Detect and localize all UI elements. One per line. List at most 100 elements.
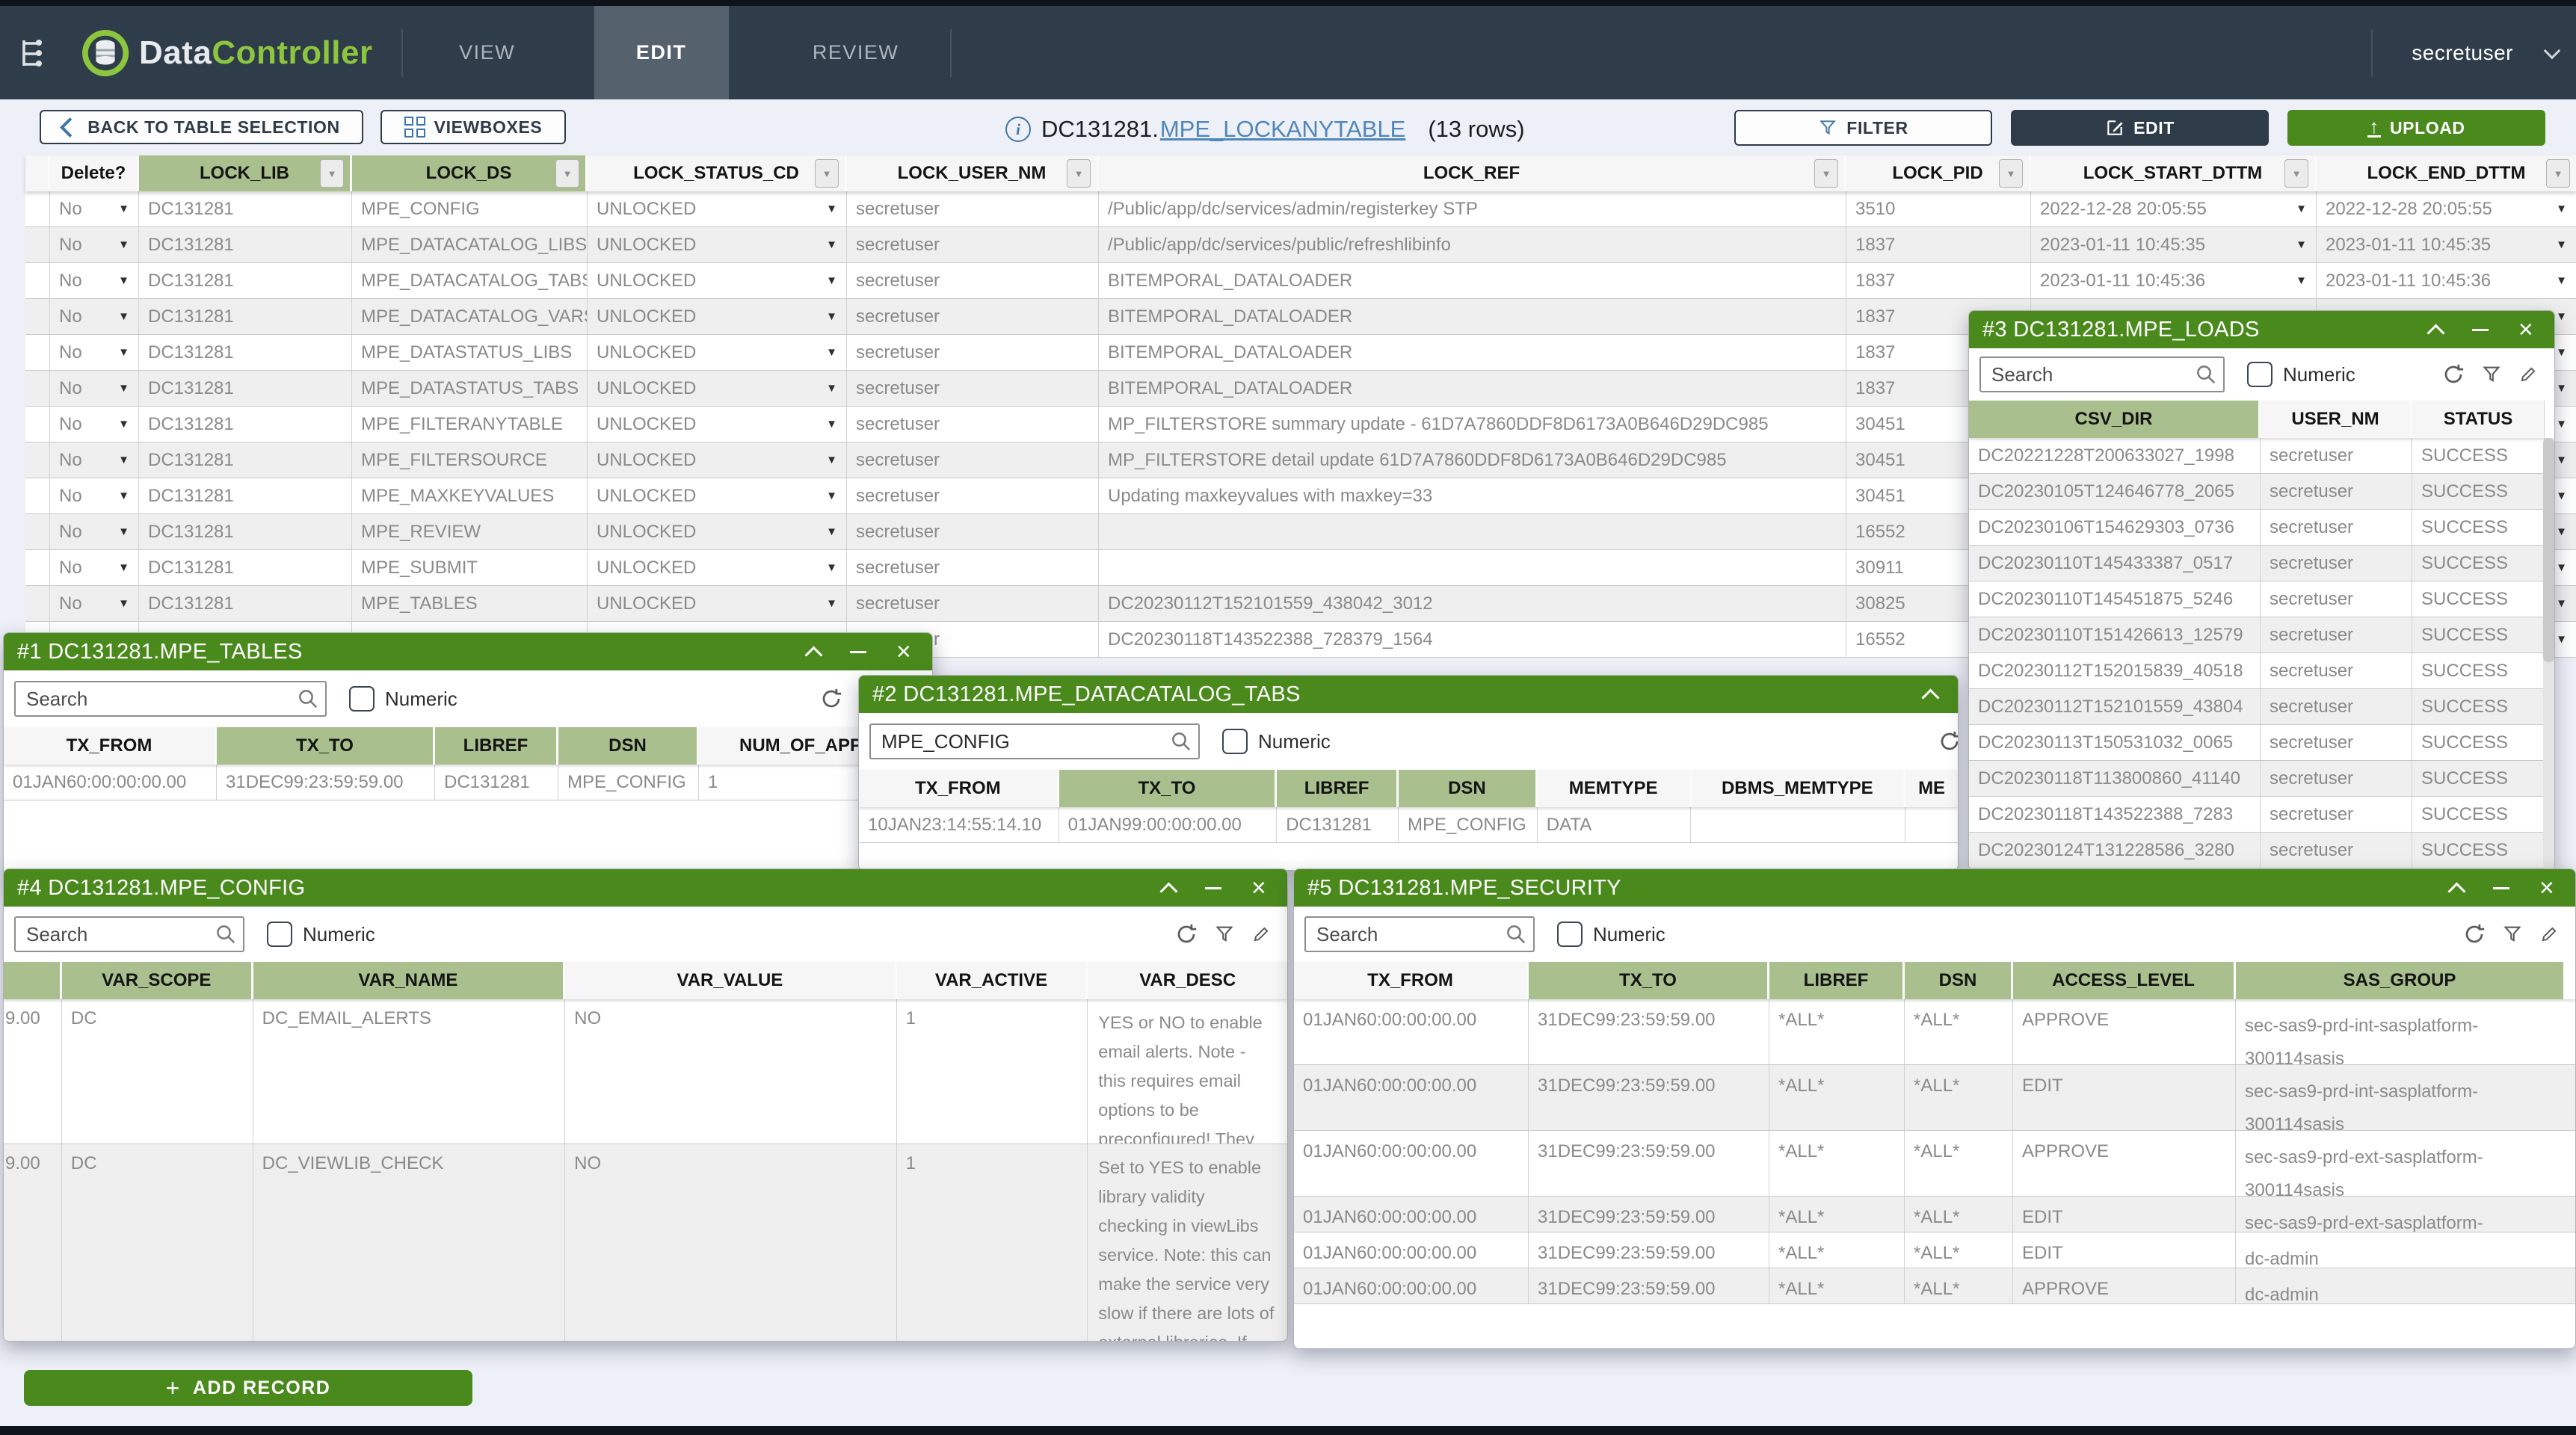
cell-delete-select[interactable]: No▼ xyxy=(50,478,139,513)
cell-lock-status-select[interactable]: UNLOCKED▼ xyxy=(588,335,847,370)
funnel-icon[interactable] xyxy=(1214,924,1235,945)
cell-lock-status-select[interactable]: UNLOCKED▼ xyxy=(588,442,847,478)
refresh-icon[interactable] xyxy=(1175,923,1198,945)
minimize-icon[interactable] xyxy=(850,651,866,653)
cell-lock-status-select[interactable]: UNLOCKED▼ xyxy=(588,550,847,585)
cell-lock-status-select[interactable]: UNLOCKED▼ xyxy=(588,407,847,442)
cell-delete-select[interactable]: No▼ xyxy=(50,550,139,585)
cell-lock-status-select[interactable]: UNLOCKED▼ xyxy=(588,371,847,406)
table-row[interactable]: DC20230124T131228586_3280 secretuser SUC… xyxy=(1969,833,2554,868)
cell-delete-select[interactable]: No▼ xyxy=(50,514,139,549)
cell-delete-select[interactable]: No▼ xyxy=(50,227,139,262)
cell-lock-end-select[interactable]: 2023-01-11 10:45:36▼ xyxy=(2317,263,2576,298)
filter-dropdown-icon[interactable]: ▼ xyxy=(1814,159,1838,188)
cell-delete-select[interactable]: No▼ xyxy=(50,263,139,298)
cell-lock-status-select[interactable]: UNLOCKED▼ xyxy=(588,227,847,262)
filter-dropdown-icon[interactable]: ▼ xyxy=(1067,159,1091,188)
table-row[interactable]: 10JAN23:14:55:14.10 01JAN99:00:00:00.00 … xyxy=(859,807,1958,843)
refresh-icon[interactable] xyxy=(1938,730,1959,753)
table-row[interactable]: 9.00 DC DC_VIEWLIB_CHECK NO 1 Set to YES… xyxy=(4,1144,1287,1342)
table-row[interactable]: DC20230110T151426613_12579 secretuser SU… xyxy=(1969,617,2554,653)
back-to-table-selection-button[interactable]: BACK TO TABLE SELECTION xyxy=(40,110,363,144)
table-row[interactable]: 01JAN60:00:00:00.00 31DEC99:23:59:59.00 … xyxy=(1294,1131,2575,1197)
table-row[interactable]: 01JAN60:00:00:00.00 31DEC99:23:59:59.00 … xyxy=(1294,1268,2575,1304)
search-input[interactable] xyxy=(14,916,244,952)
filter-dropdown-icon[interactable]: ▼ xyxy=(320,159,344,188)
table-row[interactable]: DC20230106T154629303_0736 secretuser SUC… xyxy=(1969,510,2554,546)
viewbox-title-bar[interactable]: #5 DC131281.MPE_SECURITY × xyxy=(1294,869,2575,907)
cell-lock-start-select[interactable]: 2023-01-11 10:45:35▼ xyxy=(2031,227,2317,262)
cell-lock-status-select[interactable]: UNLOCKED▼ xyxy=(588,514,847,549)
table-row[interactable]: No▼ DC131281 MPE_CONFIG UNLOCKED▼ secret… xyxy=(25,191,2576,227)
cell-delete-select[interactable]: No▼ xyxy=(50,407,139,442)
minimize-icon[interactable] xyxy=(2493,887,2509,889)
cell-lock-status-select[interactable]: UNLOCKED▼ xyxy=(588,263,847,298)
title-table-link[interactable]: MPE_LOCKANYTABLE xyxy=(1160,116,1405,143)
close-icon[interactable]: × xyxy=(2539,877,2554,899)
cell-lock-status-select[interactable]: UNLOCKED▼ xyxy=(588,191,847,226)
add-record-button[interactable]: + ADD RECORD xyxy=(24,1370,472,1406)
cell-lock-status-select[interactable]: UNLOCKED▼ xyxy=(588,586,847,621)
pencil-icon[interactable] xyxy=(2539,925,2559,944)
table-row[interactable]: DC20230105T124646778_2065 secretuser SUC… xyxy=(1969,474,2554,510)
filter-dropdown-icon[interactable]: ▼ xyxy=(2546,159,2570,188)
refresh-icon[interactable] xyxy=(2463,923,2486,945)
edit-button[interactable]: EDIT xyxy=(2011,110,2269,146)
table-row[interactable]: DC20230110T145451875_5246 secretuser SUC… xyxy=(1969,581,2554,617)
table-row[interactable]: 01JAN60:00:00:00.00 31DEC99:23:59:59.00 … xyxy=(1294,999,2575,1065)
numeric-checkbox[interactable] xyxy=(267,922,292,947)
cell-lock-status-select[interactable]: UNLOCKED▼ xyxy=(588,299,847,334)
funnel-icon[interactable] xyxy=(2481,364,2502,385)
table-row[interactable]: DC20230118T143522388_7283 secretuser SUC… xyxy=(1969,797,2554,833)
table-row[interactable]: 01JAN60:00:00:00.00 31DEC99:23:59:59.00 … xyxy=(1294,1197,2575,1232)
nav-tab-review[interactable]: REVIEW xyxy=(781,6,931,99)
search-input[interactable] xyxy=(14,681,327,717)
filter-button[interactable]: FILTER xyxy=(1734,110,1992,146)
scrollbar[interactable] xyxy=(2543,438,2554,871)
numeric-checkbox[interactable] xyxy=(349,686,375,712)
collapse-icon[interactable] xyxy=(2426,324,2444,342)
cell-delete-select[interactable]: No▼ xyxy=(50,191,139,226)
table-row[interactable]: 9.00 DC DC_EMAIL_ALERTS NO 1 YES or NO t… xyxy=(4,999,1287,1144)
cell-delete-select[interactable]: No▼ xyxy=(50,586,139,621)
minimize-icon[interactable] xyxy=(1205,887,1221,889)
viewboxes-button[interactable]: VIEWBOXES xyxy=(380,110,566,144)
numeric-checkbox[interactable] xyxy=(1557,922,1583,947)
filter-dropdown-icon[interactable]: ▼ xyxy=(1999,159,2023,188)
cell-delete-select[interactable]: No▼ xyxy=(50,442,139,478)
table-row[interactable]: 01JAN60:00:00:00.00 31DEC99:23:59:59.00 … xyxy=(1294,1232,2575,1268)
funnel-icon[interactable] xyxy=(2502,924,2523,945)
info-icon[interactable]: i xyxy=(1005,117,1031,142)
search-input[interactable] xyxy=(1304,916,1535,952)
upload-button[interactable]: ↑ UPLOAD xyxy=(2287,110,2545,146)
nav-tab-view[interactable]: VIEW xyxy=(424,6,551,99)
filter-dropdown-icon[interactable]: ▼ xyxy=(555,159,579,188)
tree-toggle-icon[interactable] xyxy=(18,34,60,72)
viewbox-title-bar[interactable]: #1 DC131281.MPE_TABLES × xyxy=(4,633,932,670)
pencil-icon[interactable] xyxy=(1251,925,1271,944)
cell-lock-end-select[interactable]: 2022-12-28 20:05:55▼ xyxy=(2317,191,2576,226)
close-icon[interactable]: × xyxy=(2518,318,2533,341)
close-icon[interactable]: × xyxy=(896,641,911,663)
table-row[interactable]: 01JAN60:00:00:00.00 31DEC99:23:59:59.00 … xyxy=(1294,1065,2575,1131)
collapse-icon[interactable] xyxy=(1921,688,1939,706)
numeric-checkbox[interactable] xyxy=(1222,729,1248,754)
search-input[interactable] xyxy=(1979,357,2225,392)
search-input[interactable] xyxy=(869,723,1200,759)
minimize-icon[interactable] xyxy=(2472,329,2489,331)
viewbox-title-bar[interactable]: #3 DC131281.MPE_LOADS × xyxy=(1969,311,2554,348)
filter-dropdown-icon[interactable]: ▼ xyxy=(2284,159,2308,188)
collapse-icon[interactable] xyxy=(804,646,822,664)
viewbox-title-bar[interactable]: #2 DC131281.MPE_DATACATALOG_TABS xyxy=(859,676,1958,713)
refresh-icon[interactable] xyxy=(820,688,842,710)
table-row[interactable]: DC20230112T152015839_40518 secretuser SU… xyxy=(1969,653,2554,689)
cell-lock-status-select[interactable]: UNLOCKED▼ xyxy=(588,478,847,513)
collapse-icon[interactable] xyxy=(1159,882,1177,900)
collapse-icon[interactable] xyxy=(2447,882,2465,900)
viewbox-title-bar[interactable]: #4 DC131281.MPE_CONFIG × xyxy=(4,869,1287,907)
table-row[interactable]: DC20230112T152101559_43804 secretuser SU… xyxy=(1969,689,2554,725)
table-row[interactable]: DC20230110T145433387_0517 secretuser SUC… xyxy=(1969,546,2554,581)
cell-lock-start-select[interactable]: 2023-01-11 10:45:36▼ xyxy=(2031,263,2317,298)
refresh-icon[interactable] xyxy=(2442,363,2465,386)
close-icon[interactable]: × xyxy=(1251,877,1266,899)
